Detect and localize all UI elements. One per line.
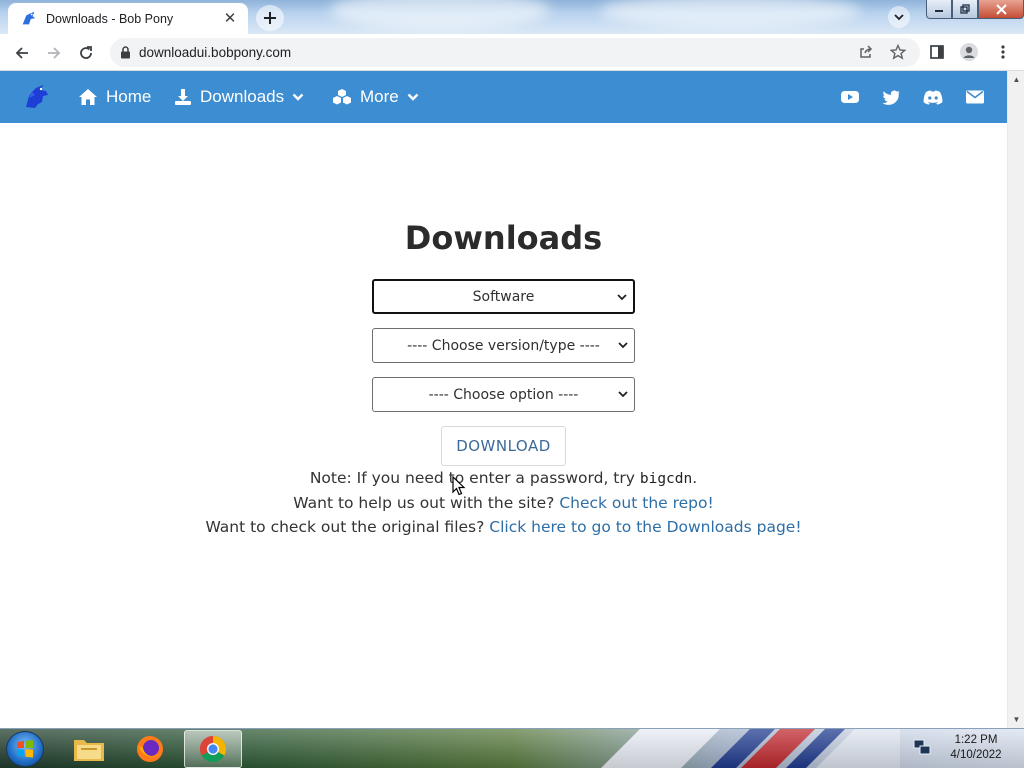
download-icon [175,89,191,105]
browser-tab[interactable]: Downloads - Bob Pony ✕ [8,3,248,34]
lock-icon [121,46,130,59]
nav-home-label: Home [106,87,152,106]
tab-close-icon[interactable]: ✕ [222,10,238,27]
browser-tab-strip: Downloads - Bob Pony ✕ [0,0,1024,34]
chevron-down-icon [617,294,627,301]
youtube-icon [841,91,859,103]
restore-button[interactable] [952,0,978,19]
arrow-left-icon [15,47,28,59]
share-button[interactable] [852,38,880,66]
repo-note-text: Want to help us out with the site? [293,494,560,512]
url-text: downloadui.bobpony.com [139,45,292,60]
bobpony-logo-icon[interactable] [23,83,51,111]
taskbar-chrome[interactable] [184,730,242,768]
clock-time: 1:22 PM [954,734,998,746]
address-bar[interactable]: downloadui.bobpony.com [110,38,920,67]
discord-link[interactable] [922,86,944,108]
chevron-down-icon [894,14,904,21]
star-icon [890,44,906,60]
side-panel-button[interactable] [923,38,951,66]
folder-icon [74,740,104,761]
download-button[interactable]: DOWNLOAD [441,426,566,466]
version-select[interactable]: ---- Choose version/type ---- [372,328,635,363]
bobpony-favicon-icon [22,11,36,24]
windows-taskbar: 1:22 PM 4/10/2022 [0,728,1024,768]
password-note-text: Note: If you need to enter a password, t… [309,469,640,487]
forward-button[interactable] [43,42,65,64]
option-select[interactable]: ---- Choose option ---- [372,377,635,412]
firefox-icon [137,736,163,762]
option-select-value: ---- Choose option ---- [428,386,579,403]
nav-home[interactable]: Home [78,71,151,123]
password-note-end: . [692,469,698,487]
minimize-button[interactable] [926,0,952,19]
taskbar-explorer[interactable] [60,730,118,768]
reload-button[interactable] [75,42,97,64]
side-panel-icon [930,45,944,59]
email-link[interactable] [964,86,986,108]
repo-note: Want to help us out with the site? Check… [0,494,1007,512]
browser-toolbar: downloadui.bobpony.com [0,34,1024,71]
page-scrollbar[interactable]: ▲ ▼ [1007,71,1024,728]
minimize-icon [935,10,943,12]
chevron-down-icon [292,93,304,101]
nav-downloads[interactable]: Downloads [174,71,304,123]
files-note: Want to check out the original files? Cl… [0,518,1007,536]
sky-cloud [600,0,860,28]
password-note: Note: If you need to enter a password, t… [0,469,1007,487]
youtube-link[interactable] [839,86,861,108]
restore-icon [960,4,970,14]
profile-button[interactable] [955,38,983,66]
cubes-icon [333,89,351,105]
site-navbar: Home Downloads More [0,71,1007,123]
password-code: bigcdn [639,471,693,487]
close-window-button[interactable] [978,0,1024,19]
share-icon [860,45,873,58]
mouse-cursor-icon [452,476,466,496]
mail-icon [966,90,984,104]
start-button[interactable] [6,731,44,767]
files-note-text: Want to check out the original files? [205,518,490,536]
new-tab-button[interactable] [256,5,284,31]
repo-link[interactable]: Check out the repo! [559,494,713,512]
twitter-icon [882,89,900,105]
home-icon [79,89,97,105]
page-title: Downloads [404,219,603,257]
tab-search-button[interactable] [888,6,910,28]
chevron-down-icon [618,391,628,398]
chevron-down-icon [618,342,628,349]
reload-icon [80,46,92,59]
system-clock[interactable]: 1:22 PM 4/10/2022 [940,733,1012,763]
windows-logo-icon [17,740,33,758]
window-controls [926,0,1024,19]
nav-more-label: More [360,87,399,106]
nav-downloads-label: Downloads [200,87,285,106]
close-icon [995,3,1007,15]
category-select[interactable]: Software [372,279,635,314]
nav-more[interactable]: More [332,71,419,123]
browser-menu-button[interactable] [989,38,1017,66]
bookmark-button[interactable] [884,38,912,66]
sky-cloud [330,0,550,30]
arrow-right-icon [48,47,61,59]
discord-icon [923,90,943,105]
downloads-page-link[interactable]: Click here to go to the Downloads page! [489,518,801,536]
back-button[interactable] [11,42,33,64]
more-vertical-icon [1001,45,1005,59]
tab-title: Downloads - Bob Pony [46,11,174,26]
clock-date: 4/10/2022 [950,749,1002,761]
plus-icon [264,12,276,24]
taskbar-firefox[interactable] [121,730,179,768]
scroll-down-icon[interactable]: ▼ [1008,711,1024,728]
chevron-down-icon [407,93,419,101]
page-viewport: Home Downloads More Downloads Software -… [0,71,1007,728]
chrome-icon [199,735,227,763]
category-select-value: Software [472,288,535,305]
version-select-value: ---- Choose version/type ---- [407,337,600,354]
twitter-link[interactable] [880,86,902,108]
avatar-icon [960,43,978,61]
scroll-up-icon[interactable]: ▲ [1008,71,1024,88]
network-icon[interactable] [912,737,932,757]
